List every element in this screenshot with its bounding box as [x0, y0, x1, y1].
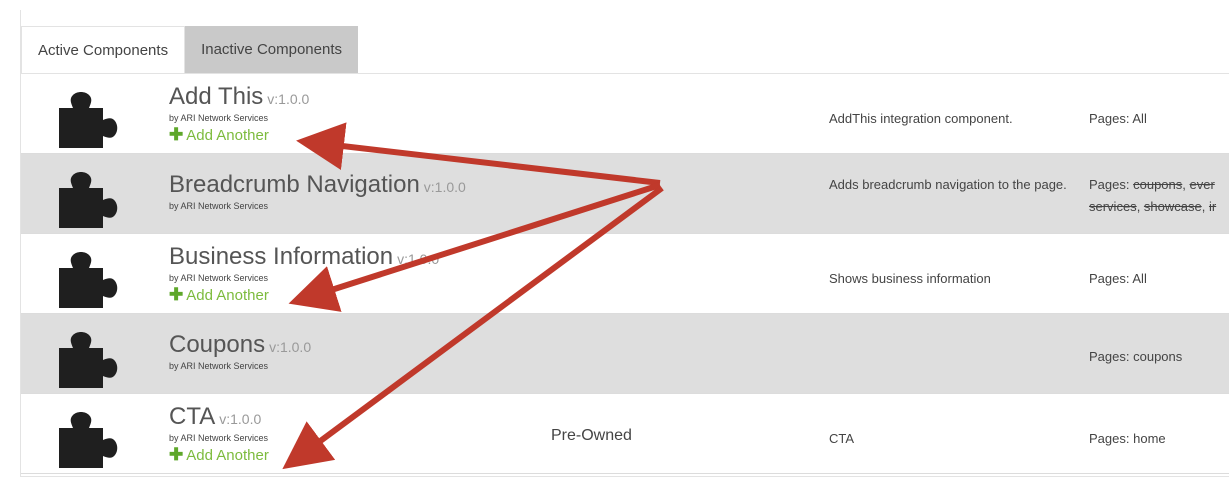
component-pages: Pages: coupons, ever services, showcase,…	[1089, 177, 1217, 214]
component-description: AddThis integration component.	[829, 111, 1013, 126]
add-another-button[interactable]: ✚ Add Another	[169, 125, 269, 145]
component-pages: Pages: All	[1089, 271, 1147, 286]
components-panel: Active Components Inactive Components Ad…	[20, 10, 1229, 477]
component-version: v:1.0.0	[423, 179, 466, 195]
component-author: by ARI Network Services	[169, 433, 269, 443]
component-name[interactable]: Add This	[169, 83, 263, 110]
component-version: v:1.0.0	[267, 91, 310, 107]
add-another-button[interactable]: ✚ Add Another	[169, 285, 269, 305]
component-version: v:1.0.0	[219, 411, 262, 427]
plus-icon: ✚	[169, 445, 184, 464]
component-version: v:1.0.0	[269, 339, 312, 355]
component-row-add-this: Add This v:1.0.0 by ARI Network Services …	[21, 74, 1229, 154]
puzzle-icon	[59, 92, 118, 148]
component-description: CTA	[829, 431, 855, 446]
component-author: by ARI Network Services	[169, 273, 269, 283]
component-description: Shows business information	[829, 271, 991, 286]
component-description: Adds breadcrumb navigation to the page.	[829, 177, 1067, 192]
tab-active-components[interactable]: Active Components	[21, 26, 186, 73]
component-name[interactable]: CTA	[169, 403, 215, 430]
component-pages: Pages: home	[1089, 431, 1166, 446]
puzzle-icon	[59, 332, 118, 388]
component-name[interactable]: Coupons	[169, 331, 265, 358]
component-author: by ARI Network Services	[169, 361, 269, 371]
component-row-business-information: Business Information v:1.0.0 by ARI Netwo…	[21, 234, 1229, 314]
puzzle-icon	[59, 412, 118, 468]
component-row-breadcrumb-navigation: Breadcrumb Navigation v:1.0.0 by ARI Netw…	[21, 154, 1229, 234]
component-name[interactable]: Breadcrumb Navigation	[169, 171, 420, 198]
component-category: Pre-Owned	[551, 427, 632, 444]
component-pages: Pages: coupons	[1089, 349, 1183, 364]
component-author: by ARI Network Services	[169, 201, 269, 211]
puzzle-icon	[59, 252, 118, 308]
component-row-cta: CTA v:1.0.0 by ARI Network Services ✚ Add …	[21, 394, 1229, 474]
plus-icon: ✚	[169, 285, 184, 304]
component-list: Add This v:1.0.0 by ARI Network Services …	[21, 73, 1229, 474]
component-row-coupons: Coupons v:1.0.0 by ARI Network Services P…	[21, 314, 1229, 394]
component-name[interactable]: Business Information	[169, 243, 393, 270]
add-another-button[interactable]: ✚ Add Another	[169, 445, 269, 465]
plus-icon: ✚	[169, 125, 184, 144]
puzzle-icon	[59, 172, 118, 228]
component-pages: Pages: All	[1089, 111, 1147, 126]
component-author: by ARI Network Services	[169, 113, 269, 123]
component-version: v:1.0.0	[397, 251, 440, 267]
tab-inactive-components[interactable]: Inactive Components	[185, 26, 358, 73]
component-tabs: Active Components Inactive Components	[21, 26, 358, 73]
